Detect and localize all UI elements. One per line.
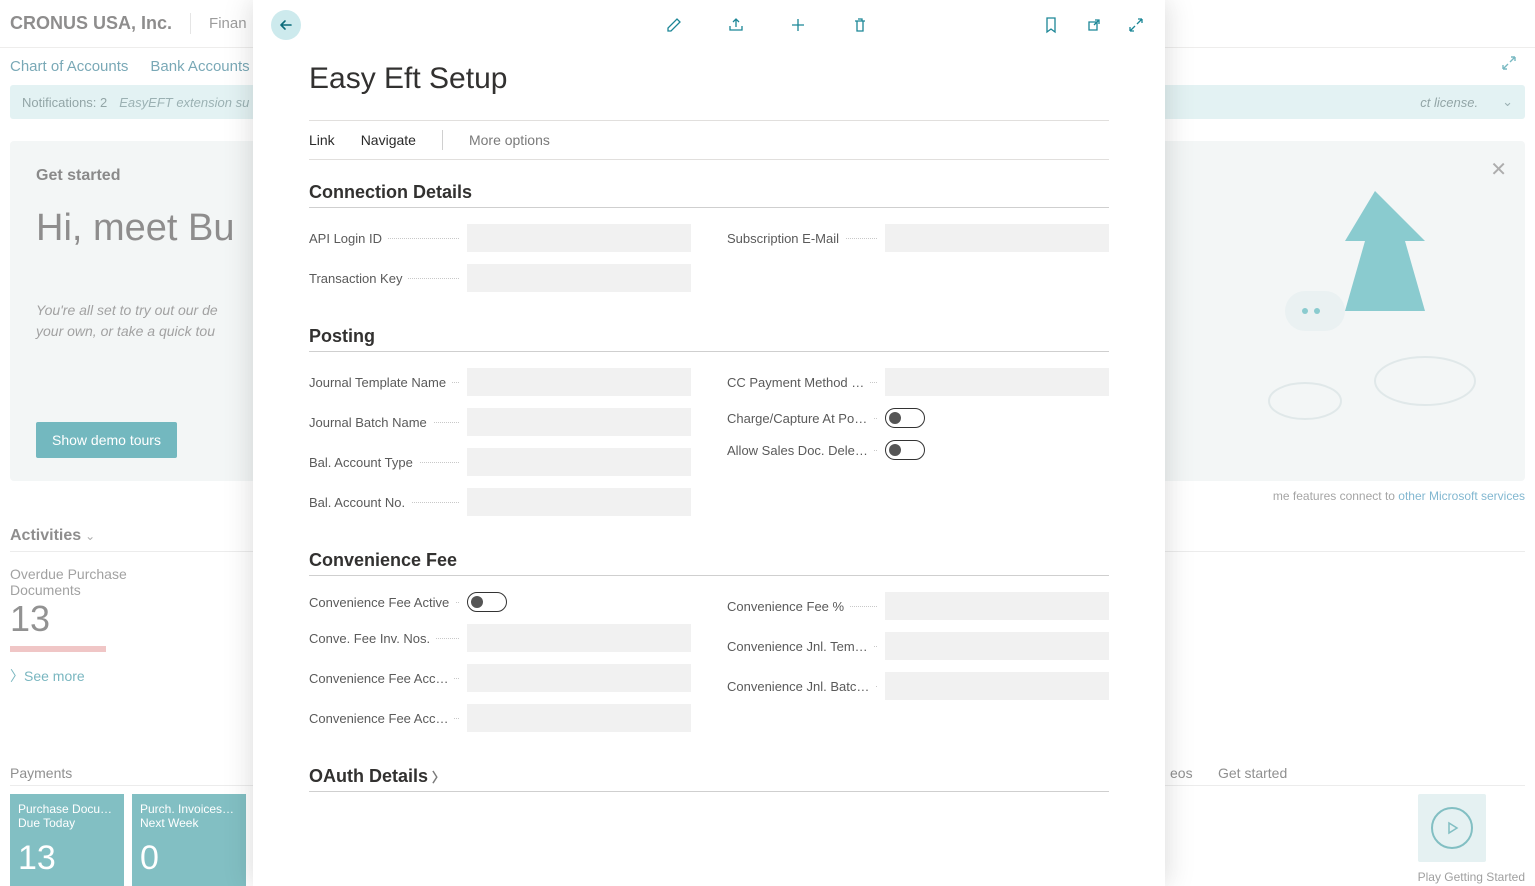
toggle-charge-capture[interactable] — [885, 408, 925, 428]
section-oauth-details[interactable]: OAuth Details〉 — [309, 766, 1109, 792]
popout-icon[interactable] — [1085, 16, 1105, 34]
label-conv-fee-active: Convenience Fee Active — [309, 595, 459, 610]
label-transaction-key: Transaction Key — [309, 271, 459, 286]
input-conv-fee-inv-nos[interactable] — [467, 624, 691, 652]
label-conv-fee-inv-nos: Conve. Fee Inv. Nos. — [309, 631, 459, 646]
section-connection-details[interactable]: Connection Details — [309, 182, 1109, 208]
label-bal-account-no: Bal. Account No. — [309, 495, 459, 510]
input-journal-template-name[interactable] — [467, 368, 691, 396]
action-more-options[interactable]: More options — [469, 132, 550, 148]
section-posting[interactable]: Posting — [309, 326, 1109, 352]
label-journal-batch-name: Journal Batch Name — [309, 415, 459, 430]
input-conv-fee-pct[interactable] — [885, 592, 1109, 620]
label-allow-sales-delete: Allow Sales Doc. Dele… — [727, 443, 877, 458]
input-cc-payment-method[interactable] — [885, 368, 1109, 396]
input-journal-batch-name[interactable] — [467, 408, 691, 436]
edit-icon[interactable] — [665, 16, 685, 34]
action-divider — [442, 130, 443, 150]
label-conv-jnl-batch: Convenience Jnl. Batc… — [727, 679, 877, 694]
dialog-title: Easy Eft Setup — [309, 62, 1109, 96]
label-conv-fee-acc-1: Convenience Fee Acc… — [309, 671, 459, 686]
label-conv-fee-pct: Convenience Fee % — [727, 599, 877, 614]
label-conv-jnl-template: Convenience Jnl. Tem… — [727, 639, 877, 654]
new-icon[interactable] — [789, 16, 809, 34]
chevron-right-icon: 〉 — [432, 767, 445, 786]
bookmark-icon[interactable] — [1043, 16, 1063, 34]
input-bal-account-no[interactable] — [467, 488, 691, 516]
input-api-login-id[interactable] — [467, 224, 691, 252]
label-bal-account-type: Bal. Account Type — [309, 455, 459, 470]
label-charge-capture: Charge/Capture At Po… — [727, 411, 877, 426]
expand-icon[interactable] — [1127, 16, 1147, 34]
dialog-toolbar — [253, 0, 1165, 50]
input-conv-jnl-batch[interactable] — [885, 672, 1109, 700]
input-conv-fee-acc-2[interactable] — [467, 704, 691, 732]
action-link[interactable]: Link — [309, 132, 335, 148]
easy-eft-setup-dialog: Easy Eft Setup Link Navigate More option… — [253, 0, 1165, 886]
dialog-action-bar: Link Navigate More options — [309, 120, 1109, 160]
input-transaction-key[interactable] — [467, 264, 691, 292]
toggle-conv-fee-active[interactable] — [467, 592, 507, 612]
input-subscription-email[interactable] — [885, 224, 1109, 252]
back-button[interactable] — [271, 10, 301, 40]
input-conv-jnl-template[interactable] — [885, 632, 1109, 660]
label-cc-payment-method: CC Payment Method … — [727, 375, 877, 390]
label-subscription-email: Subscription E-Mail — [727, 231, 877, 246]
label-api-login-id: API Login ID — [309, 231, 459, 246]
label-journal-template-name: Journal Template Name — [309, 375, 459, 390]
input-conv-fee-acc-1[interactable] — [467, 664, 691, 692]
input-bal-account-type[interactable] — [467, 448, 691, 476]
action-navigate[interactable]: Navigate — [361, 132, 416, 148]
share-icon[interactable] — [727, 16, 747, 34]
label-conv-fee-acc-2: Convenience Fee Acc… — [309, 711, 459, 726]
delete-icon[interactable] — [851, 16, 871, 34]
section-convenience-fee[interactable]: Convenience Fee — [309, 550, 1109, 576]
toggle-allow-sales-delete[interactable] — [885, 440, 925, 460]
